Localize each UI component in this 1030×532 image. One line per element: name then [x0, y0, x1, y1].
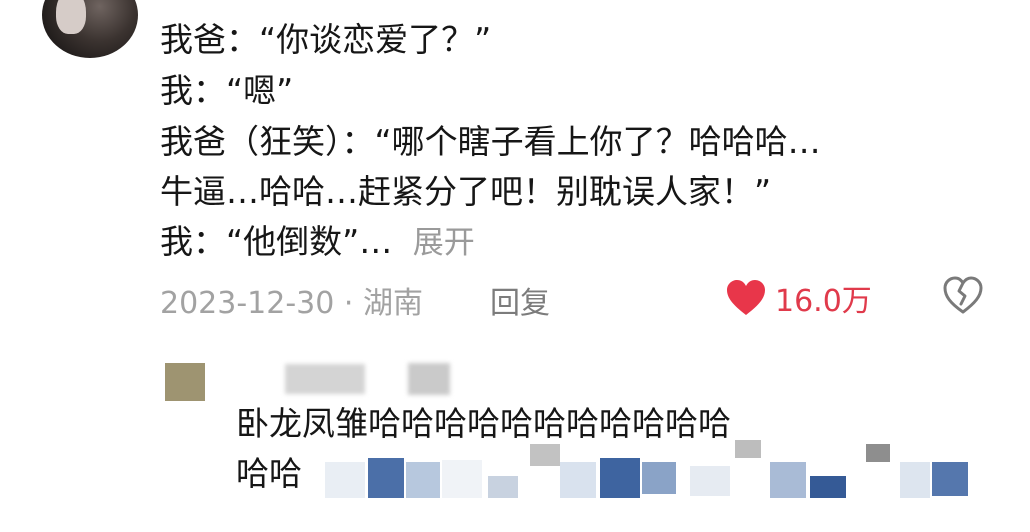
redacted-username-part [408, 363, 450, 395]
avatar-pet-ear [56, 0, 86, 34]
comment-line-5-text: 我：“他倒数”… [160, 222, 393, 261]
comment-line-2: 我：“嗯” [160, 71, 294, 110]
redacted-username [285, 364, 365, 394]
commenter-avatar[interactable] [42, 0, 138, 58]
dislike-button[interactable] [942, 276, 984, 324]
like-button[interactable]: 16.0万 [725, 276, 872, 320]
comment-line-5: 我：“他倒数”… 展开 [160, 222, 475, 263]
broken-heart-icon [943, 276, 983, 314]
comment-line-1: 我爸：“你谈恋爱了？” [160, 20, 492, 59]
date-location: 2023-12-30 · 湖南 [160, 286, 423, 321]
heart-icon [727, 280, 765, 315]
reply-avatar[interactable] [165, 363, 205, 401]
like-count: 16.0万 [775, 284, 872, 319]
reply-button[interactable]: 回复 [490, 278, 550, 322]
comment-line-4: 牛逼…哈哈…赶紧分了吧！别耽误人家！” [160, 172, 772, 211]
expand-link[interactable]: 展开 [413, 225, 475, 261]
reply-line-2: 哈哈 [236, 454, 302, 493]
comment-meta: 2023-12-30 · 湖南 回复 16.0万 [160, 276, 990, 321]
reply-line-1: 卧龙凤雏哈哈哈哈哈哈哈哈哈哈哈 [236, 404, 731, 443]
comment-line-3: 我爸（狂笑）：“哪个瞎子看上你了？哈哈哈… [160, 122, 821, 161]
